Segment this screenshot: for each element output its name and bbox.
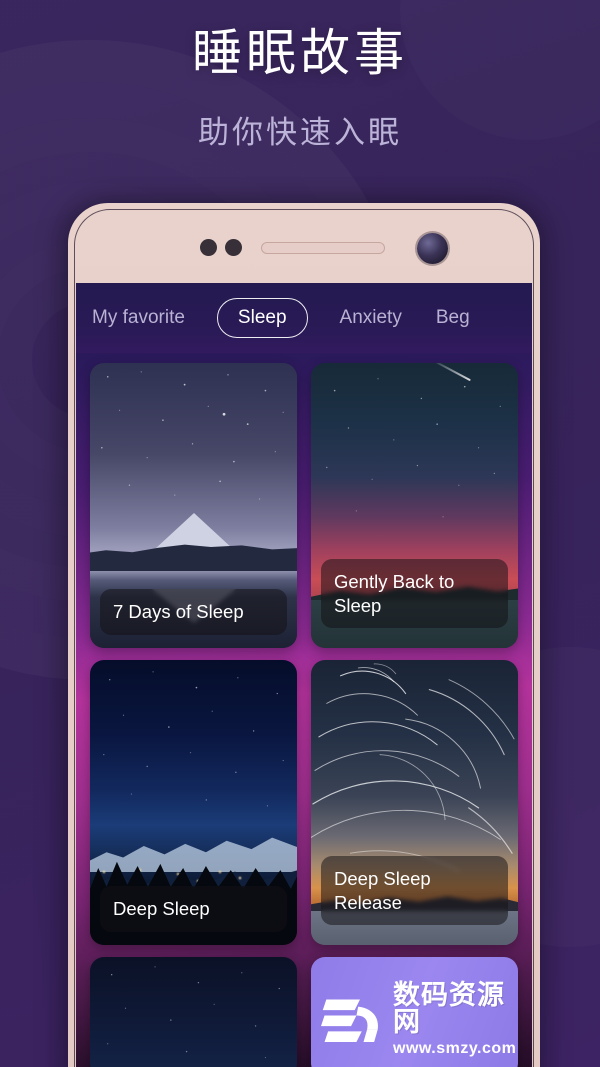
sn-logo-icon [321, 999, 378, 1043]
card-title-label: 7 Days of Sleep [100, 589, 287, 635]
story-card-deep-sleep[interactable]: Deep Sleep [90, 660, 297, 945]
sensor-dot-icon [225, 239, 242, 256]
tab-anxiety[interactable]: Anxiety [338, 307, 404, 329]
story-card-grid: 7 Days of Sleep Gently Back to Sleep Dee… [76, 353, 532, 1067]
tab-my-favorite[interactable]: My favorite [90, 307, 187, 329]
promo-headings: 睡眠故事 助你快速入眠 [0, 24, 600, 152]
front-camera-icon [417, 233, 448, 264]
card-title-label: Deep Sleep [100, 886, 287, 932]
sensor-dot-icon [200, 239, 217, 256]
card-artwork-dark-starfield [90, 957, 297, 1067]
app-promo-screenshot: 睡眠故事 助你快速入眠 My favorite Sleep Anxiety Be… [0, 0, 600, 1067]
card-title-label: Gently Back to Sleep [321, 559, 508, 629]
story-card-gently-back-to-sleep[interactable]: Gently Back to Sleep [311, 363, 518, 648]
tab-beginner[interactable]: Beg [434, 307, 472, 329]
watermark-panel: 数码资源网 www.smzy.com [311, 957, 518, 1067]
phone-top-bezel [76, 211, 532, 283]
card-title-label: Deep Sleep Release [321, 856, 508, 926]
story-card-7-days-of-sleep[interactable]: 7 Days of Sleep [90, 363, 297, 648]
story-card-deep-sleep-release[interactable]: Deep Sleep Release [311, 660, 518, 945]
page-subtitle: 助你快速入眠 [198, 115, 402, 150]
tab-sleep[interactable]: Sleep [216, 298, 308, 338]
watermark-url: www.smzy.com [393, 1039, 517, 1057]
phone-screen: My favorite Sleep Anxiety Beg 7 Days of … [76, 283, 532, 1067]
earpiece-speaker-icon [261, 242, 385, 254]
watermark-site-name: 数码资源网 [393, 979, 505, 1037]
story-card-partial-left[interactable] [90, 957, 297, 1067]
stars-overlay-icon [107, 966, 280, 1059]
category-tab-bar: My favorite Sleep Anxiety Beg [76, 283, 532, 353]
page-title: 睡眠故事 [192, 25, 408, 81]
sensor-dots [200, 239, 242, 256]
phone-mockup: My favorite Sleep Anxiety Beg 7 Days of … [68, 203, 540, 1067]
